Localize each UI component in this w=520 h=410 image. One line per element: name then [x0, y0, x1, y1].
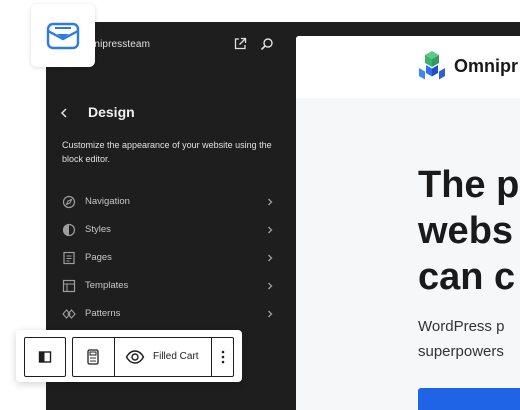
more-options-button[interactable] — [212, 338, 234, 376]
menu-label: Navigation — [85, 196, 130, 207]
cart-state-label: Filled Cart — [153, 351, 199, 362]
calculator-icon — [87, 349, 99, 365]
mail-icon — [46, 22, 80, 50]
block-type-button[interactable] — [25, 338, 65, 376]
preview-header: Omnipr — [296, 36, 520, 98]
eye-icon — [125, 350, 145, 364]
menu-label: Styles — [85, 224, 111, 235]
more-vertical-icon — [221, 350, 225, 364]
sidebar-layout-icon — [38, 351, 52, 363]
search-icon[interactable] — [260, 37, 274, 51]
site-title[interactable]: mnipressteam — [86, 39, 150, 50]
templates-icon — [62, 279, 76, 293]
site-icon-button[interactable] — [31, 4, 95, 67]
site-preview[interactable]: Omnipr The p webs can c WordPress p supe… — [296, 36, 520, 410]
block-toolbar: Filled Cart — [16, 330, 242, 382]
menu-label: Patterns — [85, 308, 121, 319]
panel-description: Customize the appearance of your website… — [62, 140, 272, 164]
screen: mnipressteam Design Customize the appear… — [0, 0, 520, 410]
menu-item-pages[interactable]: Pages — [60, 244, 278, 272]
chevron-right-icon — [268, 282, 273, 290]
cart-state-button[interactable]: Filled Cart — [115, 338, 211, 376]
design-menu: Navigation Styles Pages Templates Patter… — [60, 188, 278, 328]
chevron-right-icon — [268, 310, 273, 318]
back-chevron-icon[interactable] — [58, 106, 70, 120]
menu-item-navigation[interactable]: Navigation — [60, 188, 278, 216]
menu-item-patterns[interactable]: Patterns — [60, 300, 278, 328]
styles-icon — [62, 223, 76, 237]
hero-heading: The p webs can c — [418, 164, 520, 298]
menu-label: Templates — [85, 280, 129, 291]
menu-item-styles[interactable]: Styles — [60, 216, 278, 244]
pages-icon — [63, 251, 75, 265]
brand-name: Omnipr — [454, 56, 519, 76]
external-link-icon[interactable] — [233, 37, 247, 51]
patterns-icon — [62, 309, 76, 319]
panel-title: Design — [88, 104, 135, 120]
block-tools-group: Filled Cart — [72, 337, 234, 377]
hero-subtitle: WordPress p superpowers — [418, 318, 505, 360]
navigation-icon — [62, 195, 76, 209]
calculator-button[interactable] — [73, 338, 113, 376]
menu-item-templates[interactable]: Templates — [60, 272, 278, 300]
chevron-right-icon — [268, 198, 273, 206]
hero-section: The p webs can c WordPress p superpowers — [296, 98, 520, 410]
menu-label: Pages — [85, 252, 112, 263]
hero-cta-button[interactable] — [418, 388, 520, 410]
brand-logo — [419, 51, 445, 80]
design-header: Design — [46, 100, 296, 126]
chevron-right-icon — [268, 254, 273, 262]
block-type-group — [24, 337, 66, 377]
chevron-right-icon — [268, 226, 273, 234]
